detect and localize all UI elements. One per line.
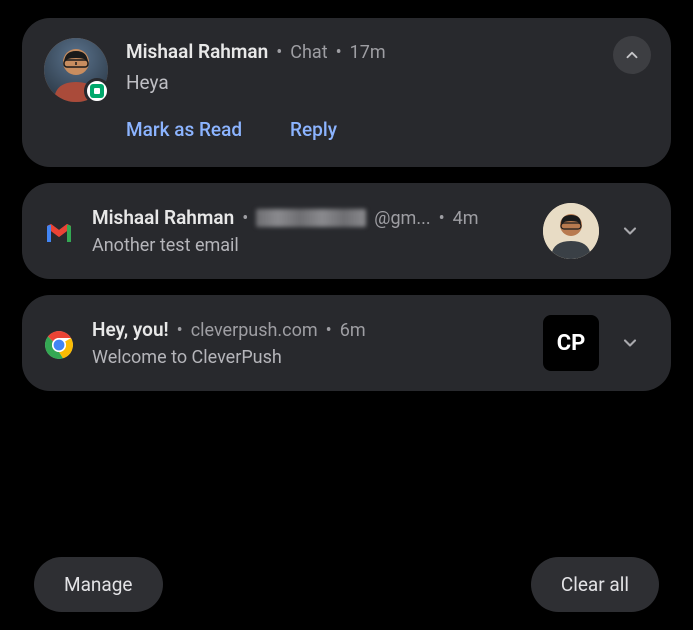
manage-button[interactable]: Manage: [34, 557, 163, 612]
sender-name: Mishaal Rahman: [126, 40, 268, 63]
source-site: cleverpush.com: [191, 320, 318, 341]
site-thumb: CP: [543, 315, 599, 371]
reply-button[interactable]: Reply: [290, 118, 337, 141]
chrome-icon: [44, 330, 74, 360]
notification-gmail[interactable]: Mishaal Rahman • @gm... • 4m Another tes…: [22, 183, 671, 279]
redacted-email: [256, 209, 366, 227]
expand-button[interactable]: [611, 212, 649, 250]
app-name: Chat: [290, 42, 327, 63]
chat-app-badge-icon: [84, 78, 110, 104]
notification-chat[interactable]: Mishaal Rahman • Chat • 17m Heya Mark as…: [22, 18, 671, 167]
sender-avatar: [44, 38, 108, 102]
notification-body: Welcome to CleverPush: [92, 347, 525, 368]
mark-as-read-button[interactable]: Mark as Read: [126, 118, 242, 141]
expand-button[interactable]: [611, 324, 649, 362]
email-suffix: @gm...: [374, 208, 430, 229]
timestamp: 6m: [340, 320, 366, 341]
notification-footer: Manage Clear all: [22, 551, 671, 612]
notification-title: Hey, you!: [92, 318, 169, 341]
sender-name: Mishaal Rahman: [92, 206, 234, 229]
message-text: Heya: [126, 71, 649, 94]
gmail-icon: [44, 218, 74, 248]
chevron-down-icon: [620, 333, 640, 353]
timestamp: 4m: [453, 208, 479, 229]
chevron-down-icon: [620, 221, 640, 241]
timestamp: 17m: [350, 42, 386, 63]
notification-chrome[interactable]: Hey, you! • cleverpush.com • 6m Welcome …: [22, 295, 671, 391]
thumb-text: CP: [557, 331, 586, 356]
collapse-button[interactable]: [613, 36, 651, 74]
sender-photo-thumb: [543, 203, 599, 259]
clear-all-button[interactable]: Clear all: [531, 557, 659, 612]
email-subject: Another test email: [92, 235, 525, 256]
chevron-up-icon: [623, 46, 641, 64]
